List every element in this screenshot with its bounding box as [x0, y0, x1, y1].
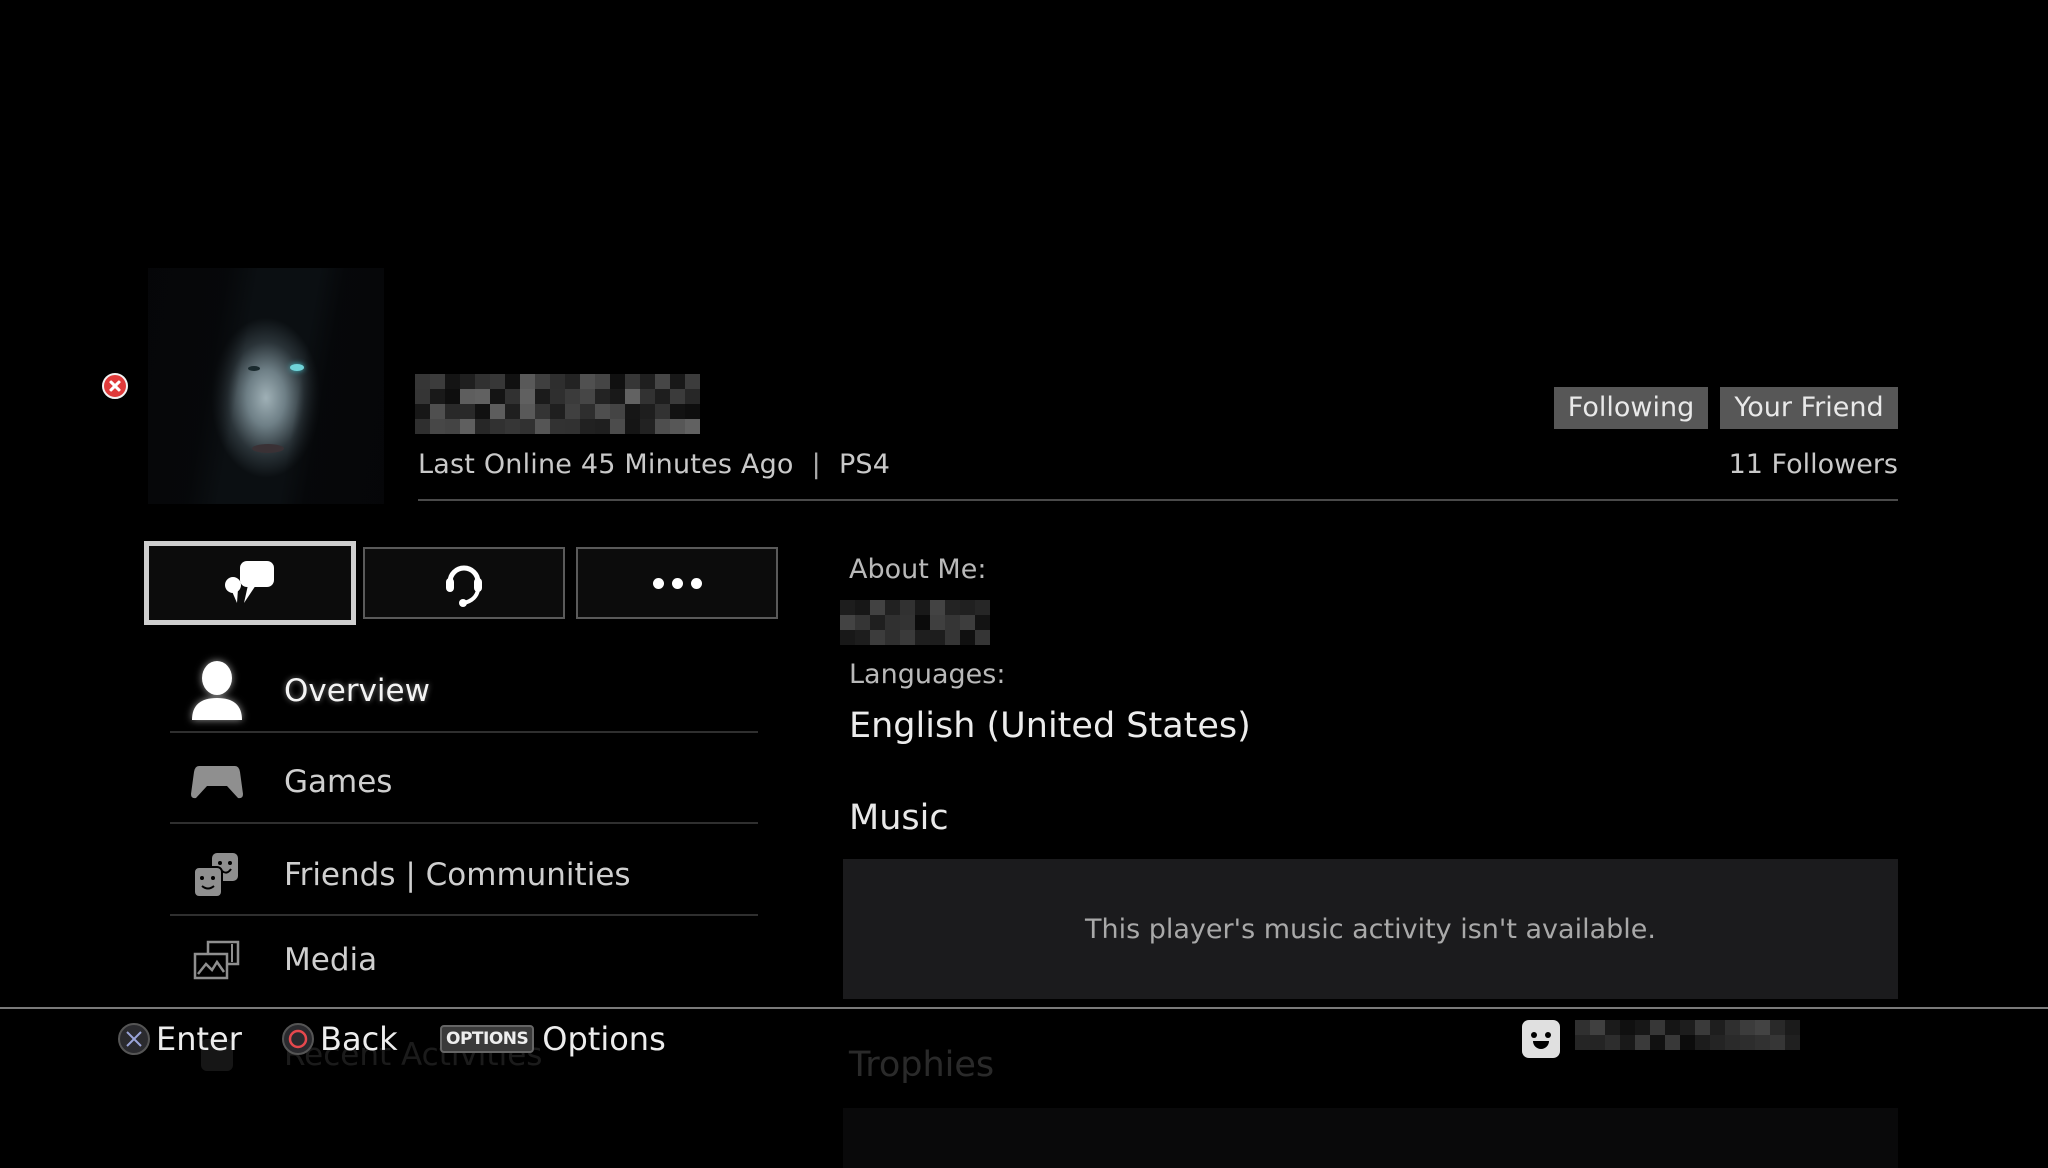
nav-item-friends-communities[interactable]: Friends | Communities [170, 830, 758, 920]
nav-label: Games [284, 764, 393, 800]
nav-divider [170, 822, 758, 824]
headset-icon [446, 565, 482, 607]
person-icon [188, 661, 246, 720]
start-party-button[interactable] [363, 547, 565, 619]
last-online-text: Last Online 45 Minutes Ago [418, 449, 794, 480]
about-me-pixelated [840, 600, 990, 645]
ellipsis-icon [652, 577, 664, 589]
footer-enter-hint: Enter [118, 1015, 242, 1063]
options-label: Options [542, 1020, 666, 1058]
media-icon [188, 931, 246, 989]
nav-item-media[interactable]: Media [170, 915, 758, 1005]
footer-divider [0, 1007, 2048, 1009]
trophies-panel[interactable] [843, 1108, 1898, 1168]
nav-label: Overview [284, 673, 430, 709]
online-id-pixelated [415, 374, 700, 436]
header-divider [418, 499, 1898, 501]
footer-options-hint: OPTIONS Options [440, 1015, 666, 1063]
nav-item-overview[interactable]: Overview [170, 646, 758, 736]
platform-text: PS4 [838, 449, 891, 480]
nav-divider [170, 731, 758, 733]
nav-label: Media [284, 942, 378, 978]
online-status: Last Online 45 Minutes Ago | PS4 [418, 449, 890, 480]
nav-label: Friends | Communities [284, 857, 631, 893]
more-options-button[interactable] [576, 547, 778, 619]
music-section-title: Music [849, 798, 949, 838]
languages-value: English (United States) [849, 706, 1251, 746]
footer-back-hint: Back [282, 1015, 398, 1063]
send-message-button[interactable] [144, 541, 356, 625]
music-panel[interactable]: This player's music activity isn't avail… [843, 859, 1898, 999]
back-label: Back [320, 1020, 398, 1058]
your-friend-badge: Your Friend [1720, 387, 1898, 429]
avatar [148, 268, 384, 504]
trophies-section-title: Trophies [849, 1045, 995, 1085]
options-button-icon: OPTIONS [440, 1025, 535, 1053]
enter-label: Enter [156, 1020, 242, 1058]
nav-item-games[interactable]: Games [170, 737, 758, 827]
friends-icon [188, 846, 246, 904]
following-badge: Following [1554, 387, 1708, 429]
music-unavailable-message: This player's music activity isn't avail… [1085, 913, 1656, 945]
gamepad-icon [188, 753, 246, 811]
cross-button-icon [118, 1023, 150, 1055]
circle-button-icon [282, 1023, 314, 1055]
languages-label: Languages: [849, 659, 1006, 690]
status-separator: | [811, 449, 821, 480]
followers-count[interactable]: 11 Followers [1729, 449, 1898, 480]
speech-bubbles-icon [225, 561, 274, 603]
user-face-icon [1522, 1020, 1560, 1058]
error-x-icon [102, 373, 128, 399]
about-me-label: About Me: [849, 554, 987, 585]
signed-in-user-pixelated [1575, 1020, 1800, 1050]
